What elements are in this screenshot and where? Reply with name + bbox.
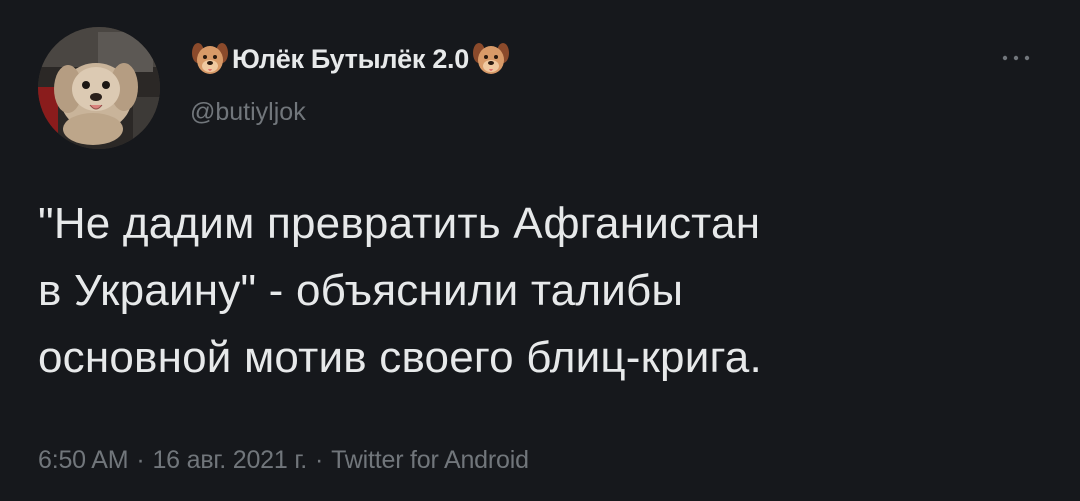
tweet-metadata: 6:50 AM · 16 авг. 2021 г. · Twitter for Andr… — [38, 446, 529, 475]
tweet-time[interactable]: 6:50 AM — [38, 446, 129, 474]
dog-face-icon — [471, 39, 511, 79]
avatar-photo — [38, 27, 160, 149]
author-avatar[interactable] — [38, 27, 160, 149]
meta-separator: · — [314, 446, 324, 474]
meta-separator: · — [136, 446, 145, 474]
display-name-text: Юлёк Бутылёк 2.0 — [232, 43, 469, 74]
tweet-text: "Не дадим превратить Афганистан в Украин… — [38, 190, 1048, 391]
author-display-name[interactable]: Юлёк Бутылёк 2.0 — [190, 38, 511, 80]
dog-face-icon — [190, 39, 230, 79]
tweet-date[interactable]: 16 авг. 2021 г. — [152, 446, 307, 474]
tweet-text-line: основной мотив своего блиц-крига. — [38, 333, 762, 382]
author-handle[interactable]: @butiyljok — [190, 98, 306, 127]
tweet-source[interactable]: Twitter for Android — [331, 446, 529, 474]
more-icon[interactable] — [996, 46, 1036, 70]
tweet-text-line: "Не дадим превратить Афганистан — [38, 199, 761, 248]
tweet-text-line: в Украину" - объяснили талибы — [38, 266, 684, 315]
tweet-card: Юлёк Бутылёк 2.0 @butiyljok "Не дадим пр… — [0, 0, 1080, 501]
